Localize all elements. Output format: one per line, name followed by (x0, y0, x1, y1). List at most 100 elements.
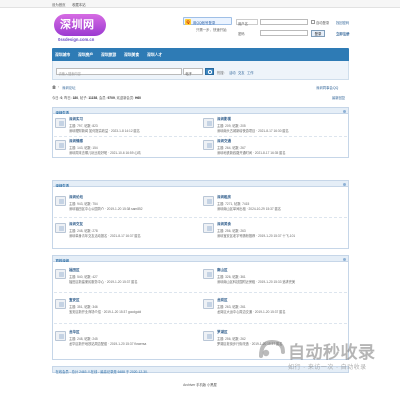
online-members-text: 在线会员 - 总计 2463 人在线 - 最高记录是 6488 于 2020-1… (55, 369, 148, 374)
forum-item[interactable]: 深圳美食 主题: 256, 帖数: 263 深圳宝安区老字号肠粉推荐 · 201… (201, 220, 349, 241)
nav-item-travel[interactable]: 深圳旅游 (101, 53, 116, 58)
forum-item[interactable]: 深圳情感 主题: 143, 帖数: 154 深圳周末去哪儿玩比较好呢 · 202… (53, 137, 201, 158)
forum-icon (203, 299, 214, 309)
nav-item-city[interactable]: 深圳城市 (55, 53, 70, 58)
forum-item[interactable]: 深圳租房 主题: 7271, 帖数: 7415 深圳南山区单间出租 · 2024… (201, 193, 349, 214)
password-label: 密码 (238, 32, 245, 36)
forum-last-post[interactable]: 宝安区新开业商场介绍 · 2019-1-20 15:37 goodgold (69, 309, 199, 314)
forum-name[interactable]: 深圳交通 (217, 139, 231, 144)
qq-login-label: 用QQ帐号登录 (193, 21, 216, 25)
forum-icon (203, 223, 214, 233)
forum-item[interactable]: 龙华区 主题: 248, 帖数: 245 龙华区新开地铁站周边配套 · 2019… (53, 328, 201, 349)
collapse-icon[interactable] (343, 257, 346, 261)
forum-name[interactable]: 龙华区 (69, 330, 80, 335)
forum-name[interactable]: 罗湖区 (217, 330, 228, 335)
search-input[interactable]: 请输入搜索内容 (56, 68, 182, 76)
qq-group-link[interactable]: 深圳同事会QQ (316, 85, 338, 90)
forum-last-post[interactable]: 龙华区新开地铁站周边配套 · 2019-1-20 15:37 flowersa (69, 341, 199, 346)
nav-item-food[interactable]: 深圳美食 (124, 53, 139, 58)
forum-icon (55, 299, 66, 309)
bookmark-link[interactable]: 收藏本站 (72, 2, 86, 7)
forum-name[interactable]: 深圳情感 (69, 139, 83, 144)
forum-name[interactable]: 深圳实习 (69, 117, 83, 122)
forum-item[interactable]: 龙岗区 主题: 263, 帖数: 261 龙岗区大运中心周边交通 · 2019-… (201, 296, 349, 317)
collapse-icon[interactable] (343, 109, 346, 113)
register-link[interactable]: 立即注册 (336, 31, 350, 36)
breadcrumb-separator: › (58, 85, 60, 89)
forum-last-post[interactable]: 龙岗区大运中心周边交通 · 2019-1-20 15:37 匿名 (217, 309, 347, 314)
nav-item-property[interactable]: 深圳房产 (78, 53, 93, 58)
forum-name[interactable]: 深圳论坛 (69, 195, 83, 200)
stat-newest-member: H60 (134, 96, 142, 100)
logo-text: 深圳网 (60, 18, 95, 31)
site-logo[interactable]: 深圳网 0ssdesign.com.cn (52, 12, 108, 46)
set-home-link[interactable]: 设为首页 (52, 2, 66, 7)
forgot-password-link[interactable]: 找回密码 (336, 20, 349, 25)
forum-item[interactable]: 南山区 主题: 326, 帖数: 361 深圳南山区科技园附近房租 · 2019… (201, 266, 349, 287)
footer-links[interactable]: Archiver 手机版 小黑屋 (0, 382, 400, 387)
forum-icon (203, 331, 214, 341)
forum-item[interactable]: 深圳实习 主题: 797, 帖数: 823 深圳理财新闻 如何提高收益 · 20… (53, 115, 201, 136)
forum-last-post[interactable]: 深圳南山区科技园附近房租 · 2019-1-20 15:33 追求完美 (217, 279, 347, 284)
hot-search-item[interactable]: 活动 (229, 70, 236, 75)
forum-name[interactable]: 福田区 (69, 268, 80, 273)
forum-icon (55, 140, 66, 150)
forum-icon (55, 196, 66, 206)
forum-last-post[interactable]: 深圳南头古城新增夜游项目 · 2021-8-17 16:30 匿名 (217, 128, 347, 133)
search-button[interactable] (205, 68, 214, 75)
search-scope-select[interactable]: 帖子 (183, 68, 203, 76)
auto-login-checkbox[interactable] (311, 20, 315, 24)
forum-last-post[interactable]: 深圳单身青年交友活动报名 · 2021-8-17 16:37 匿名 (69, 233, 199, 238)
collapse-icon[interactable] (343, 182, 346, 186)
row-divider (54, 323, 347, 324)
hot-search-item[interactable]: 工作 (247, 70, 254, 75)
section-header[interactable]: 百姓深圳 (52, 255, 349, 263)
row-divider (54, 292, 347, 293)
forum-item[interactable]: 深圳交友 主题: 248, 帖数: 278 深圳单身青年交友活动报名 · 202… (53, 220, 201, 241)
username-input[interactable] (260, 19, 308, 25)
latest-replies-link[interactable]: 最新回复 (332, 95, 345, 100)
section-header[interactable]: 深圳生活 (52, 180, 349, 188)
forum-icon (55, 118, 66, 128)
row-divider (54, 217, 347, 218)
home-icon[interactable] (52, 85, 56, 89)
hot-search-item[interactable]: 交友 (238, 70, 245, 75)
login-button[interactable]: 登录 (311, 30, 325, 37)
forum-icon (203, 269, 214, 279)
forum-last-post[interactable]: 深圳宝安区老字号肠粉推荐 · 2019-1-20 15:37 十飞-101 (217, 233, 347, 238)
forum-icon (203, 196, 214, 206)
forum-name[interactable]: 南山区 (217, 268, 228, 273)
forum-name[interactable]: 深圳影视 (217, 117, 231, 122)
qq-login-button[interactable]: Q 用QQ帐号登录 (183, 17, 232, 25)
forum-name[interactable]: 深圳美食 (217, 222, 231, 227)
auto-login-label: 自动登录 (316, 21, 330, 25)
forum-icon (203, 140, 214, 150)
account-type-select[interactable]: 用户名 (236, 19, 258, 26)
password-input[interactable] (260, 30, 308, 36)
breadcrumb-current[interactable]: 深圳论坛 (62, 85, 76, 90)
forum-item[interactable]: 宝安区 主题: 351, 帖数: 346 宝安区新开业商场介绍 · 2019-1… (53, 296, 201, 317)
section-header[interactable]: 深圳生活 (52, 107, 349, 115)
forum-icon (203, 118, 214, 128)
logo-url: 0ssdesign.com.cn (58, 37, 95, 42)
forum-name[interactable]: 深圳租房 (217, 195, 231, 200)
forum-name[interactable]: 龙岗区 (217, 298, 228, 303)
forum-item[interactable]: 深圳论坛 主题: 943, 帖数: 754 深圳福田区中心公园简介 · 2019… (53, 193, 201, 214)
watermark-subtitle: 如行 · 来访一次 · 自动收录 (288, 365, 367, 371)
forum-item[interactable]: 福田区 主题: 540, 帖数: 427 福田区新建便民服务中心 · 2019-… (53, 266, 201, 287)
forum-last-post[interactable]: 深圳福田区中心公园简介 · 2019-1-20 15:38 sam852 (69, 206, 199, 211)
forum-name[interactable]: 宝安区 (69, 298, 80, 303)
top-bar: 设为首页 收藏本站 (0, 0, 400, 8)
forum-item[interactable]: 深圳影视 主题: 209, 帖数: 205 深圳南头古城新增夜游项目 · 202… (201, 115, 349, 136)
forum-name[interactable]: 深圳交友 (69, 222, 83, 227)
forum-last-post[interactable]: 深圳理财新闻 如何提高收益 · 2023-1-8 14:12 匿名 (69, 128, 199, 133)
forum-last-post[interactable]: 深圳南山区单间出租 · 2024-10-29 15:37 匿名 (217, 206, 347, 211)
search-icon (208, 70, 212, 74)
forum-item[interactable]: 深圳交通 主题: 264, 帖数: 267 深圳地铁新线路开通时间 · 2021… (201, 137, 349, 158)
forum-last-post[interactable]: 深圳周末去哪儿玩比较好呢 · 2021-10-6 16:59 心晴 (69, 150, 199, 155)
forum-last-post[interactable]: 深圳地铁新线路开通时间 · 2021-8-17 16:35 匿名 (217, 150, 347, 155)
nav-item-jobs[interactable]: 深圳人才 (147, 53, 162, 58)
watermark-title: 自动秒收录 (288, 343, 376, 363)
forum-icon (55, 331, 66, 341)
forum-last-post[interactable]: 福田区新建便民服务中心 · 2019-1-20 15:37 匿名 (69, 279, 199, 284)
